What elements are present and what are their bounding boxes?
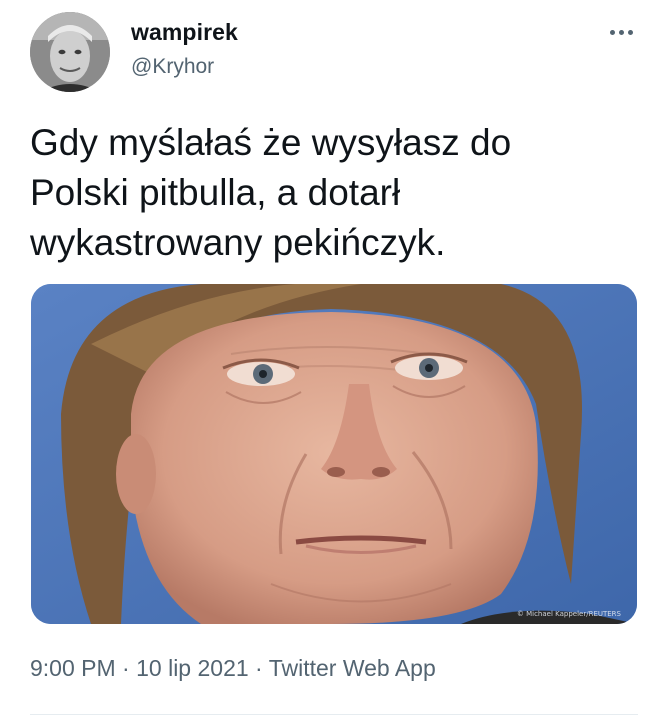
tweet-metadata: 9:00 PM · 10 lip 2021 · Twitter Web App	[30, 655, 436, 682]
meta-separator: ·	[255, 655, 263, 681]
tweet-media-image[interactable]: © Michael Kappeler/REUTERS	[31, 284, 637, 624]
divider	[30, 714, 638, 715]
tweet-text: Gdy myślałaś że wysyłasz do Polski pitbu…	[30, 122, 512, 263]
tweet-date[interactable]: 10 lip 2021	[136, 655, 249, 681]
user-handle[interactable]: @Kryhor	[131, 55, 214, 79]
dot-icon	[619, 30, 624, 35]
display-name[interactable]: wampirek	[131, 19, 238, 46]
media-credit: © Michael Kappeler/REUTERS	[516, 610, 621, 618]
avatar[interactable]	[30, 12, 110, 92]
more-options-icon[interactable]	[600, 20, 644, 44]
tweet-source[interactable]: Twitter Web App	[269, 655, 436, 681]
meta-separator: ·	[122, 655, 130, 681]
tweet-time[interactable]: 9:00 PM	[30, 655, 116, 681]
dot-icon	[610, 30, 615, 35]
dot-icon	[628, 30, 633, 35]
tweet-card: wampirek @Kryhor Gdy myślałaś że wysyłas…	[0, 0, 668, 720]
